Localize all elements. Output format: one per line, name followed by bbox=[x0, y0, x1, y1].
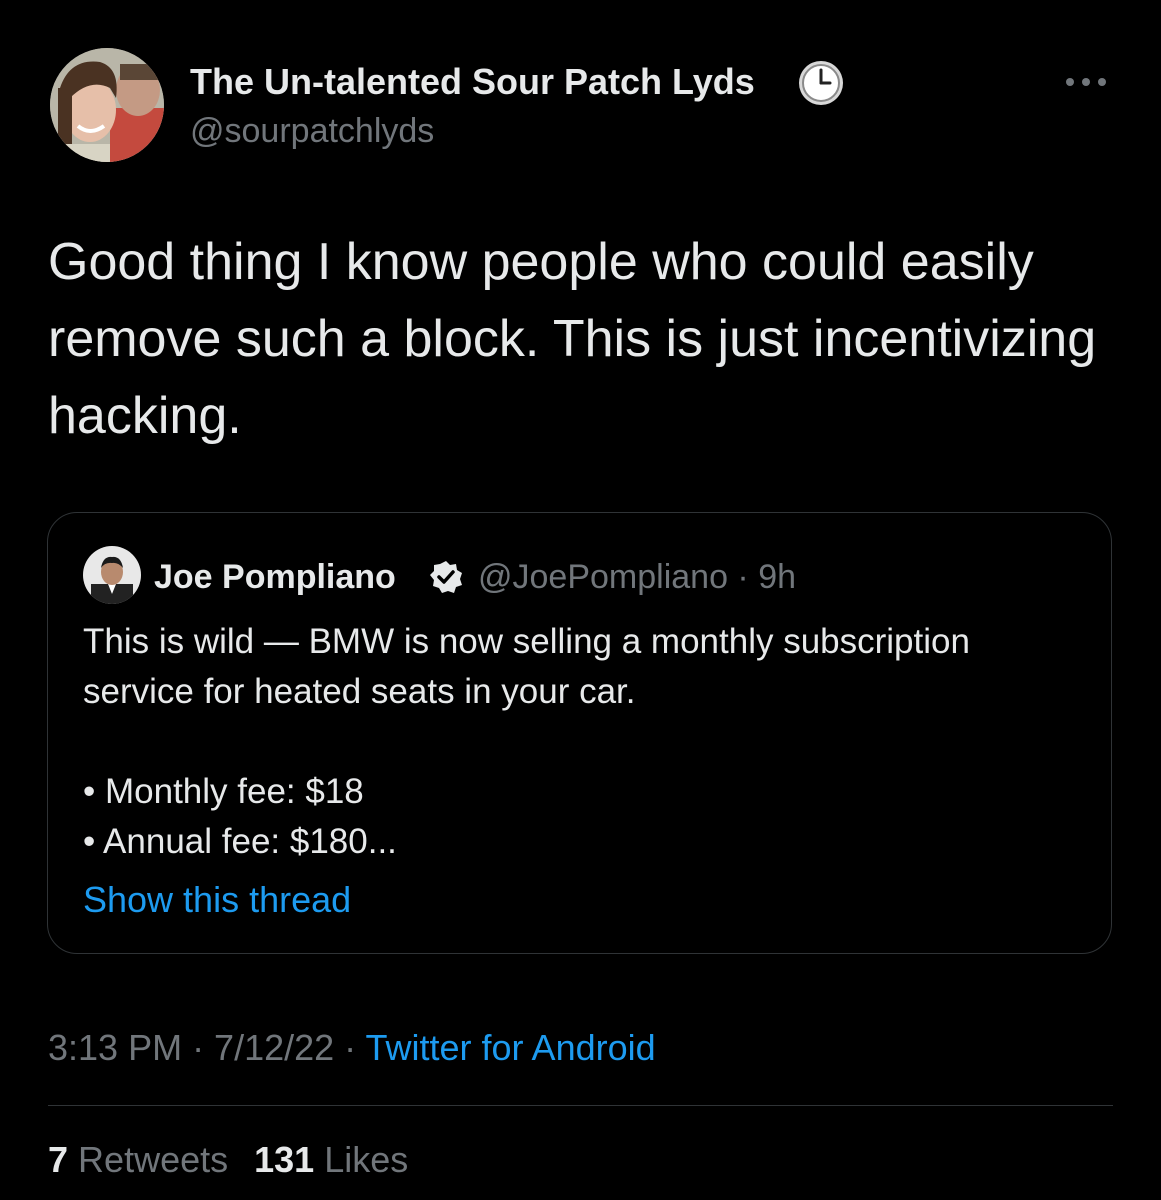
quoted-text-blank-line bbox=[83, 717, 1083, 767]
author-handle[interactable]: @sourpatchlyds bbox=[190, 111, 434, 151]
quoted-text-bullet: • Annual fee: $180... bbox=[83, 822, 397, 861]
quoted-text-bullet: • Monthly fee: $18 bbox=[83, 772, 364, 811]
author-display-name[interactable]: The Un-talented Sour Patch Lyds bbox=[190, 62, 755, 102]
quoted-text-line: This is wild — BMW is now selling a mont… bbox=[83, 622, 970, 711]
retweets-label: Retweets bbox=[78, 1139, 229, 1180]
retweets-count: 7 bbox=[48, 1139, 69, 1180]
retweets-stat[interactable]: 7 Retweets bbox=[48, 1139, 228, 1180]
quoted-author-handle-time[interactable]: @JoePompliano · 9h bbox=[478, 557, 796, 597]
quoted-tweet-text: This is wild — BMW is now selling a mont… bbox=[83, 617, 1083, 867]
likes-count: 131 bbox=[254, 1139, 315, 1180]
quoted-tweet-card[interactable]: Joe Pompliano @JoePompliano · 9h This is… bbox=[47, 512, 1112, 954]
divider bbox=[48, 1105, 1113, 1106]
quoted-avatar-photo bbox=[83, 546, 141, 604]
clock-emoji-icon bbox=[796, 58, 846, 108]
more-options-icon[interactable] bbox=[1062, 72, 1110, 92]
likes-label: Likes bbox=[324, 1139, 409, 1180]
tweet-stats: 7 Retweets 131 Likes bbox=[48, 1138, 408, 1182]
tweet-source-link[interactable]: Twitter for Android bbox=[366, 1027, 656, 1068]
quoted-author-display-name[interactable]: Joe Pompliano bbox=[154, 557, 396, 597]
author-avatar[interactable] bbox=[50, 48, 164, 162]
show-thread-link[interactable]: Show this thread bbox=[83, 878, 351, 922]
tweet-text: Good thing I know people who could easil… bbox=[48, 233, 1097, 445]
verified-badge-icon bbox=[428, 559, 464, 595]
avatar-photo bbox=[50, 48, 164, 162]
tweet-timestamp[interactable]: 3:13 PM · 7/12/22 · bbox=[48, 1027, 366, 1068]
likes-stat[interactable]: 131 Likes bbox=[254, 1139, 408, 1180]
quoted-author-avatar[interactable] bbox=[83, 546, 141, 604]
tweet-timestamp-line: 3:13 PM · 7/12/22 · Twitter for Android bbox=[48, 1026, 656, 1070]
